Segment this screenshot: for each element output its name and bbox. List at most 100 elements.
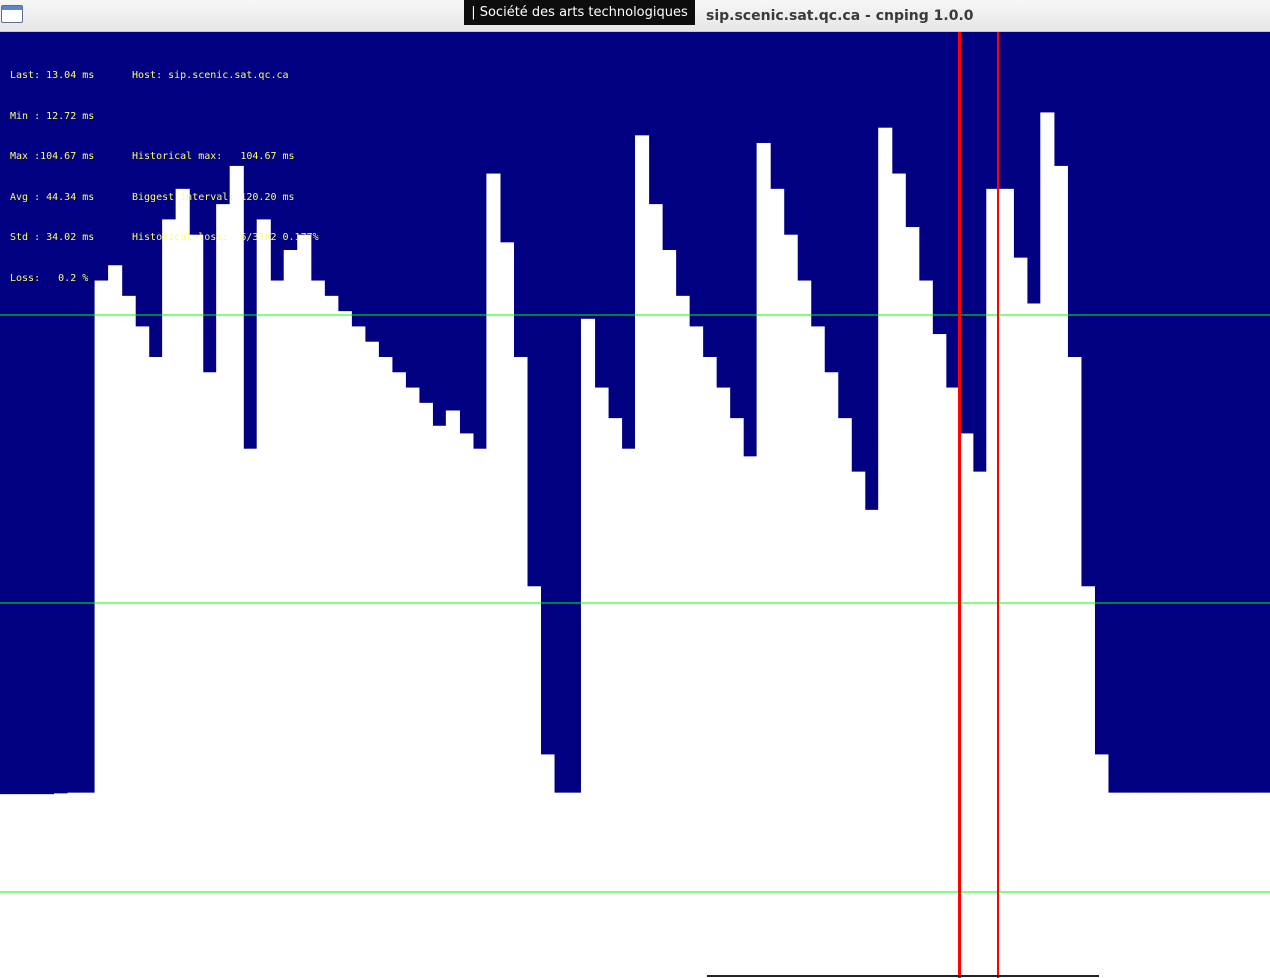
ping-sample-bar (1026, 303, 1041, 978)
ping-sample-bar (689, 326, 704, 978)
ping-sample-bar (999, 188, 1014, 978)
ping-sample-bar (1013, 257, 1028, 978)
ping-sample-bar (202, 372, 217, 978)
ping-sample-bar (243, 448, 258, 978)
ping-sample-bar (148, 356, 163, 978)
ping-sample-bar (0, 794, 15, 978)
statistics-overlay: Last: 13.04 ms Host: sip.scenic.sat.qc.ca… (10, 42, 319, 312)
ping-sample-bar (702, 356, 717, 978)
bottom-edge-line (707, 975, 1099, 977)
ping-sample-bar (621, 448, 636, 978)
ping-sample-bar (351, 326, 366, 978)
stat-host: Host: sip.scenic.sat.qc.ca (132, 70, 289, 81)
ping-sample-bar (675, 295, 690, 978)
ping-sample-bar (391, 372, 406, 978)
ping-sample-bar (580, 318, 596, 978)
ping-sample-bar (635, 135, 650, 978)
ping-sample-bar (891, 173, 906, 978)
ping-sample-bar (783, 234, 798, 978)
ping-sample-bar (1148, 792, 1163, 978)
packet-loss-marker (997, 32, 999, 978)
ping-sample-bar (121, 295, 136, 978)
ping-sample-bar (932, 334, 947, 978)
ping-sample-bar (945, 387, 960, 978)
title-bar[interactable]: | Société des arts technologiques sip.sc… (0, 0, 1270, 32)
ping-sample-bar (648, 204, 663, 978)
ping-sample-bar (283, 249, 298, 978)
ping-sample-bar (797, 280, 812, 978)
ping-sample-bar (1134, 792, 1149, 978)
stat-avg: Avg : 44.34 ms (10, 191, 95, 203)
ping-sample-bar (851, 471, 866, 978)
ping-sample-bar (270, 280, 285, 978)
ping-sample-bar (526, 586, 542, 978)
ping-sample-bar (1121, 792, 1136, 978)
stat-max: Max :104.67 ms (10, 151, 95, 162)
stat-historical-max: Historical max: 104.67 ms (132, 151, 295, 162)
ping-sample-bar (40, 794, 55, 978)
ping-sample-bar (67, 792, 82, 978)
ping-sample-bar (472, 448, 487, 978)
ping-sample-bar (1094, 754, 1109, 978)
ping-sample-bar (324, 295, 339, 978)
ping-sample-bar (1242, 792, 1258, 978)
ping-sample-bar (13, 794, 28, 978)
ping-sample-bar (662, 249, 677, 978)
ping-sample-bar (297, 234, 312, 978)
ping-sample-bar (1229, 792, 1244, 978)
ping-sample-bar (1175, 792, 1190, 978)
ping-sample-bar (918, 280, 933, 978)
stat-std: Std : 34.02 ms (10, 232, 95, 243)
ping-sample-bar (189, 234, 204, 978)
ping-sample-bar (216, 204, 231, 978)
ping-sample-bar (94, 280, 109, 978)
ping-sample-bar (337, 311, 352, 978)
ping-sample-bar (378, 356, 393, 978)
ping-sample-bar (27, 794, 42, 978)
stat-biggest-interval: Biggest interval: 120.20 ms (132, 191, 295, 203)
stat-min: Min : 12.72 ms (10, 110, 95, 122)
ping-sample-bar (135, 326, 150, 978)
ping-sample-bar (972, 471, 987, 978)
ping-sample-bar (540, 754, 555, 978)
ping-sample-bar (810, 326, 825, 978)
ping-sample-bar (1040, 112, 1055, 978)
ping-sample-bar (81, 792, 96, 978)
packet-loss-marker (958, 32, 961, 978)
ping-sample-bar (1080, 586, 1095, 978)
ping-sample-bar (959, 433, 974, 978)
ping-sample-bar (729, 418, 744, 978)
ping-sample-bar (743, 456, 758, 978)
ping-sample-bar (1256, 792, 1270, 978)
stat-last: Last: 13.04 ms (10, 70, 95, 81)
ping-sample-bar (837, 418, 852, 978)
ping-sample-bar (432, 425, 447, 978)
ping-sample-bar (607, 418, 623, 978)
ping-sample-bar (310, 280, 325, 978)
ping-sample-bar (1202, 792, 1217, 978)
ping-sample-bar (756, 142, 771, 978)
ping-sample-bar (553, 792, 569, 978)
ping-sample-bar (364, 341, 379, 978)
ping-sample-bar (864, 509, 879, 978)
ping-sample-bar (1067, 356, 1082, 978)
ping-sample-bar (770, 188, 785, 978)
stat-historical-loss: Historical loss: 6/3382 0.177% (132, 232, 319, 243)
ping-sample-bar (1161, 792, 1177, 978)
ping-sample-bar (499, 242, 514, 978)
ping-sample-bar (445, 410, 460, 978)
ping-sample-bar (1188, 792, 1204, 978)
ping-sample-bar (716, 387, 731, 978)
stat-loss: Loss: 0.2 % (10, 272, 89, 284)
ping-sample-bar (1053, 165, 1068, 978)
window-title: sip.scenic.sat.qc.ca - cnping 1.0.0 (706, 8, 974, 24)
tooltip: | Société des arts technologiques (464, 0, 695, 25)
ping-sample-bar (486, 173, 501, 978)
ping-sample-bar (1215, 792, 1231, 978)
ping-sample-bar (459, 433, 474, 978)
window-menu-icon[interactable] (1, 5, 23, 23)
ping-sample-bar (567, 792, 582, 978)
ping-sample-bar (824, 372, 839, 978)
ping-sample-bar (54, 793, 69, 978)
ping-sample-bar (878, 127, 893, 978)
